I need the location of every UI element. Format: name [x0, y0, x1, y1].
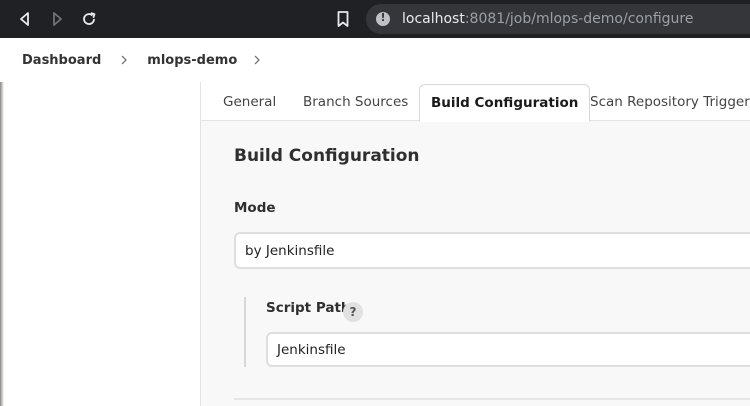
reload-icon: [83, 12, 96, 25]
address-bar[interactable]: localhost:8081/job/mlops-demo/configure: [366, 4, 750, 34]
help-icon[interactable]: ?: [343, 302, 363, 322]
bookmark-icon: [337, 11, 349, 27]
breadcrumb: Dashboard mlops-demo: [0, 38, 750, 82]
script-path-label: Script Path: [266, 300, 351, 316]
url-host: localhost: [402, 11, 465, 27]
nested-section-bar: [244, 297, 246, 367]
breadcrumb-dashboard[interactable]: Dashboard: [22, 53, 101, 68]
forward-button[interactable]: [46, 8, 68, 30]
browser-toolbar: localhost:8081/job/mlops-demo/configure: [0, 0, 750, 38]
tab-general[interactable]: General: [223, 82, 276, 121]
window-edge: [0, 82, 4, 406]
mode-select[interactable]: by Jenkinsfile: [234, 232, 750, 269]
url-path: :8081/job/mlops-demo/configure: [464, 11, 694, 27]
tab-branch-sources[interactable]: Branch Sources: [303, 82, 408, 121]
reload-button[interactable]: [78, 8, 100, 30]
jenkins-page: Dashboard mlops-demo General Branch Sour…: [0, 38, 750, 406]
back-button[interactable]: [14, 8, 36, 30]
breadcrumb-job[interactable]: mlops-demo: [147, 53, 237, 68]
url-text: localhost:8081/job/mlops-demo/configure: [402, 11, 694, 27]
section-title: Build Configuration: [234, 146, 420, 166]
config-main: General Branch Sources Build Configurati…: [201, 82, 750, 406]
script-path-input[interactable]: Jenkinsfile: [266, 332, 750, 367]
sidebar: [0, 82, 201, 406]
chevron-right-icon: [101, 55, 147, 65]
bookmark-button[interactable]: [334, 9, 352, 29]
forward-arrow-icon: [53, 12, 62, 26]
config-tabs: General Branch Sources Build Configurati…: [201, 82, 750, 122]
tab-build-configuration[interactable]: Build Configuration: [419, 84, 591, 122]
info-icon[interactable]: [376, 11, 390, 26]
section-divider: [234, 398, 750, 400]
chevron-right-icon[interactable]: [237, 55, 277, 65]
back-arrow-icon: [20, 12, 29, 26]
tab-scan-repository-triggers[interactable]: Scan Repository Triggers: [590, 82, 750, 121]
mode-label: Mode: [234, 200, 276, 216]
